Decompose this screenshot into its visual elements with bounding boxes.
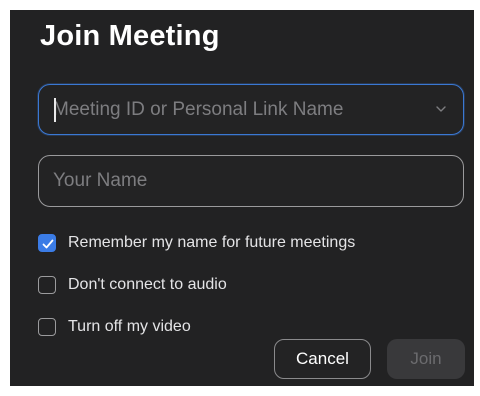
video-off-label: Turn off my video [68,318,191,335]
text-caret [54,98,56,122]
your-name-input[interactable] [39,156,463,206]
option-no-audio[interactable]: Don't connect to audio [38,276,227,294]
dialog-title: Join Meeting [40,20,220,52]
remember-name-label: Remember my name for future meetings [68,234,356,251]
cancel-button[interactable]: Cancel [274,339,371,379]
option-remember-name[interactable]: Remember my name for future meetings [38,234,355,252]
video-off-checkbox[interactable] [38,318,56,336]
checkmark-icon [42,239,54,249]
chevron-down-icon[interactable] [435,103,447,115]
join-meeting-dialog: Join Meeting Remember my name for future… [10,10,474,386]
no-audio-checkbox[interactable] [38,276,56,294]
option-video-off[interactable]: Turn off my video [38,318,191,336]
join-button[interactable]: Join [387,339,465,379]
remember-name-checkbox[interactable] [38,234,56,252]
meeting-id-field[interactable] [38,84,464,135]
your-name-field[interactable] [38,155,464,207]
no-audio-label: Don't connect to audio [68,276,227,293]
meeting-id-input[interactable] [39,85,463,134]
